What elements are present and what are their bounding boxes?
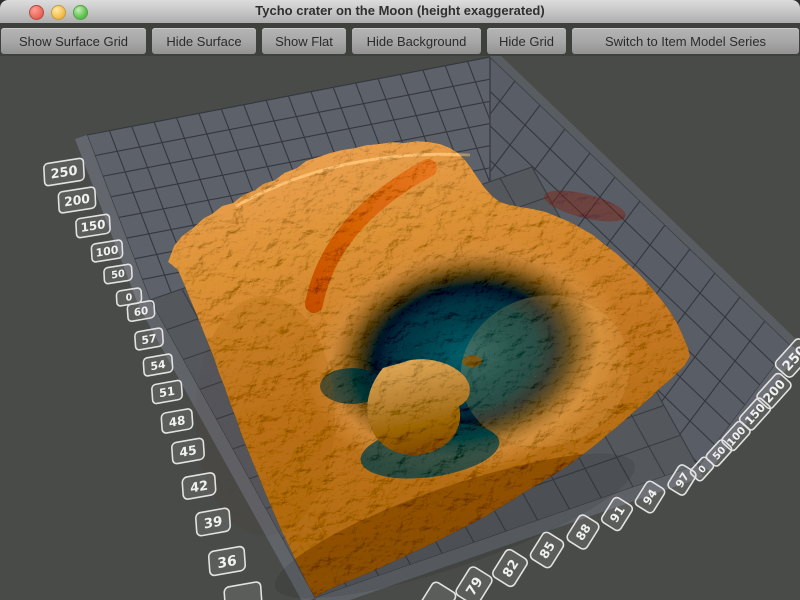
svg-text:60: 60	[133, 305, 148, 320]
show-flat-button[interactable]: Show Flat	[262, 28, 346, 54]
window-title: Tycho crater on the Moon (height exagger…	[0, 3, 800, 18]
item-model-series-button[interactable]: Switch to Item Model Series	[572, 28, 799, 54]
svg-text:57: 57	[141, 332, 157, 348]
axis-label: 39	[195, 508, 230, 537]
svg-text:42: 42	[190, 478, 209, 496]
axis-label: 54	[143, 353, 173, 376]
axis-label: 57	[135, 328, 164, 351]
svg-text:54: 54	[150, 358, 166, 374]
hide-grid-button[interactable]: Hide Grid	[487, 28, 566, 54]
axis-label: 48	[161, 408, 193, 433]
show-surface-grid-button[interactable]: Show Surface Grid	[1, 28, 146, 54]
toolbar: Show Surface Grid Hide Surface Show Flat…	[0, 23, 800, 56]
hide-background-button[interactable]: Hide Background	[352, 28, 481, 54]
svg-text:48: 48	[168, 413, 185, 430]
axis-label: 51	[152, 380, 183, 404]
svg-text:45: 45	[179, 442, 197, 460]
svg-text:36: 36	[217, 553, 237, 572]
surface-3d-view[interactable]: 250 200 150 100 50 0 60 57 54 51 48 45 4…	[0, 56, 800, 600]
title-bar[interactable]: Tycho crater on the Moon (height exagger…	[0, 0, 800, 24]
svg-text:0: 0	[126, 292, 133, 304]
svg-text:50: 50	[111, 268, 125, 281]
axis-label: 36	[208, 546, 245, 576]
axis-label: 100	[91, 240, 123, 263]
axis-label: 45	[172, 438, 205, 465]
axis-label: 50	[104, 264, 132, 284]
app-window: Tycho crater on the Moon (height exagger…	[0, 0, 800, 600]
svg-text:39: 39	[203, 513, 223, 532]
axis-label: 60	[127, 300, 155, 322]
hide-surface-button[interactable]: Hide Surface	[152, 28, 256, 54]
svg-text:51: 51	[159, 384, 176, 401]
axis-label: 42	[182, 472, 216, 500]
